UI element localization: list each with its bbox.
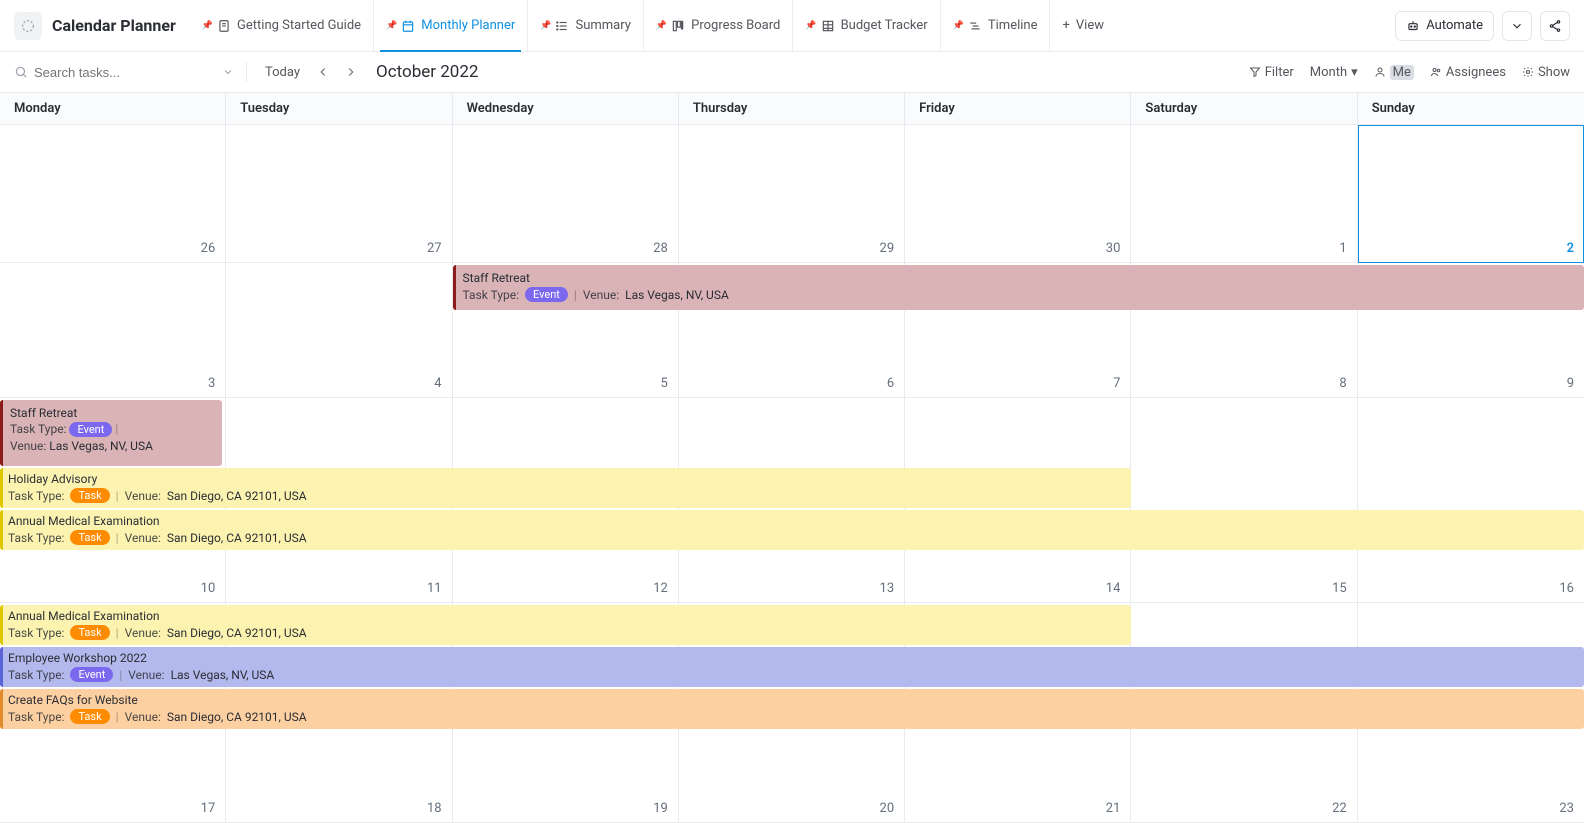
day-header: Wednesday — [453, 93, 679, 124]
day-header: Sunday — [1358, 93, 1584, 124]
pin-icon: 📌 — [386, 21, 397, 31]
task-type-badge: Task — [70, 488, 109, 503]
tab-getting-started[interactable]: 📌 Getting Started Guide — [190, 0, 374, 51]
table-icon — [821, 19, 835, 33]
task-type-badge: Event — [69, 422, 112, 437]
automate-label: Automate — [1426, 18, 1483, 33]
page-title: Calendar Planner — [52, 16, 176, 35]
month-dropdown[interactable]: Month ▾ — [1310, 65, 1358, 80]
app-logo[interactable] — [14, 12, 42, 40]
chevron-down-icon — [1510, 19, 1524, 33]
pin-icon: 📌 — [805, 21, 816, 31]
search-icon — [14, 65, 28, 79]
event-staff-retreat-2[interactable]: Staff Retreat Task Type: Event | Venue: … — [0, 400, 222, 466]
chevron-right-icon — [344, 65, 358, 79]
robot-icon — [1406, 19, 1420, 33]
caret-down-icon: ▾ — [1351, 65, 1358, 80]
share-icon — [1548, 19, 1562, 33]
assignees-filter[interactable]: Assignees — [1430, 65, 1506, 80]
pin-icon: 📌 — [202, 21, 213, 31]
task-type-badge: Task — [70, 530, 109, 545]
tab-timeline[interactable]: 📌 Timeline — [941, 0, 1051, 51]
search-input[interactable] — [34, 65, 174, 80]
day-header: Tuesday — [226, 93, 452, 124]
tab-summary[interactable]: 📌 Summary — [528, 0, 644, 51]
add-view-button[interactable]: + View — [1050, 0, 1116, 51]
pin-icon: 📌 — [656, 21, 667, 31]
share-button[interactable] — [1540, 11, 1570, 41]
day-header-row: Monday Tuesday Wednesday Thursday Friday… — [0, 92, 1584, 125]
day-cell[interactable]: 28 — [453, 125, 679, 263]
day-cell[interactable]: 15 — [1131, 398, 1357, 603]
chevron-left-icon — [316, 65, 330, 79]
tab-label: Timeline — [988, 18, 1038, 33]
event-annual-medical-2[interactable]: Annual Medical Examination Task Type: Ta… — [0, 605, 1131, 645]
task-type-badge: Event — [70, 667, 113, 682]
event-annual-medical[interactable]: Annual Medical Examination Task Type: Ta… — [0, 510, 1584, 550]
next-month-button[interactable] — [340, 63, 362, 81]
filter-button[interactable]: Filter — [1249, 65, 1294, 80]
tab-progress-board[interactable]: 📌 Progress Board — [644, 0, 793, 51]
plus-icon: + — [1062, 18, 1069, 33]
add-view-label: View — [1076, 18, 1104, 33]
day-header: Monday — [0, 93, 226, 124]
tab-label: Monthly Planner — [421, 18, 515, 33]
event-faqs[interactable]: Create FAQs for Website Task Type: Task … — [0, 689, 1584, 729]
filter-icon — [1249, 66, 1261, 78]
day-cell[interactable]: 3 — [0, 263, 226, 398]
people-icon — [1430, 66, 1442, 78]
task-type-badge: Task — [70, 709, 109, 724]
calendar-icon — [401, 19, 415, 33]
gear-icon — [1522, 66, 1534, 78]
doc-icon — [217, 19, 231, 33]
automate-button[interactable]: Automate — [1395, 11, 1494, 41]
day-header: Saturday — [1131, 93, 1357, 124]
month-label: October 2022 — [376, 62, 478, 82]
tab-label: Getting Started Guide — [237, 18, 361, 33]
event-employee-workshop[interactable]: Employee Workshop 2022 Task Type: Event … — [0, 647, 1584, 687]
tab-label: Budget Tracker — [841, 18, 928, 33]
tab-label: Summary — [575, 18, 630, 33]
day-cell-today[interactable]: 2 — [1358, 125, 1584, 263]
gantt-icon — [968, 19, 982, 33]
show-options[interactable]: Show — [1522, 65, 1570, 80]
day-cell[interactable]: 1 — [1131, 125, 1357, 263]
day-cell[interactable]: 16 — [1358, 398, 1584, 603]
pin-icon: 📌 — [540, 21, 551, 31]
prev-month-button[interactable] — [312, 63, 334, 81]
automate-dropdown[interactable] — [1502, 11, 1532, 41]
tab-monthly-planner[interactable]: 📌 Monthly Planner — [374, 0, 528, 51]
chevron-down-icon — [222, 66, 234, 78]
tab-label: Progress Board — [691, 18, 780, 33]
tab-budget-tracker[interactable]: 📌 Budget Tracker — [793, 0, 940, 51]
day-cell[interactable]: 29 — [679, 125, 905, 263]
event-staff-retreat[interactable]: Staff Retreat Task Type: Event | Venue: … — [453, 265, 1584, 310]
list-icon — [555, 19, 569, 33]
pin-icon: 📌 — [953, 21, 964, 31]
person-icon — [1374, 66, 1386, 78]
day-cell[interactable]: 27 — [226, 125, 452, 263]
board-icon — [671, 19, 685, 33]
search-dropdown[interactable] — [222, 66, 234, 78]
me-filter[interactable]: Me — [1374, 65, 1414, 80]
task-type-badge: Task — [70, 625, 109, 640]
day-header: Friday — [905, 93, 1131, 124]
day-cell[interactable]: 30 — [905, 125, 1131, 263]
event-holiday-advisory[interactable]: Holiday Advisory Task Type: Task | Venue… — [0, 468, 1131, 508]
task-type-badge: Event — [525, 287, 568, 302]
day-cell[interactable]: 4 — [226, 263, 452, 398]
today-button[interactable]: Today — [259, 65, 306, 80]
day-cell[interactable]: 26 — [0, 125, 226, 263]
day-header: Thursday — [679, 93, 905, 124]
